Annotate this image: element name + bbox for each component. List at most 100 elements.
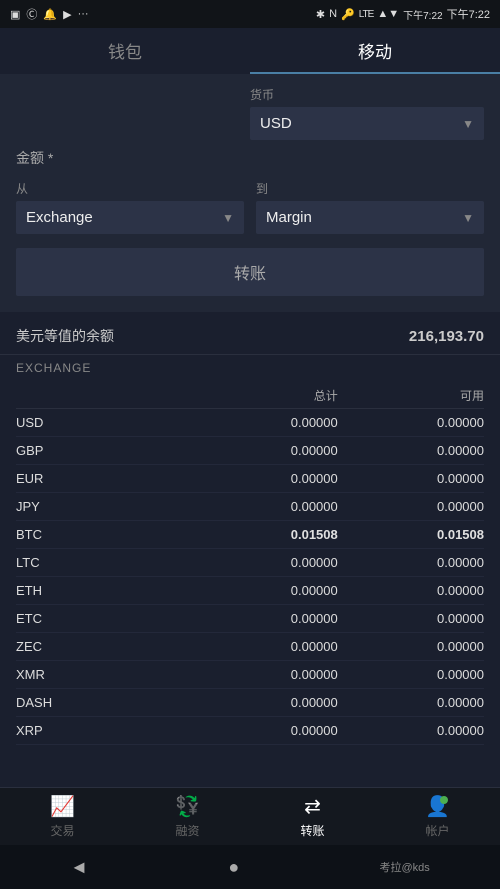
table-row: ZEC 0.00000 0.00000 <box>16 633 484 661</box>
nav-funding-label: 融资 <box>175 822 199 839</box>
table-row: LTC 0.00000 0.00000 <box>16 549 484 577</box>
row-avail-btc: 0.01508 <box>338 527 484 542</box>
icon-nfc: N <box>329 8 337 20</box>
icon-play: ▶ <box>63 8 71 21</box>
funding-icon: 💱 <box>175 794 200 819</box>
row-avail-gbp: 0.00000 <box>338 443 484 458</box>
home-button[interactable]: ● <box>228 857 239 878</box>
table-header: 总计 可用 <box>16 379 484 409</box>
top-tab-bar: 钱包 移动 <box>0 28 500 74</box>
icon-bt: ✱ <box>316 8 325 21</box>
icon-dots: ··· <box>78 8 89 20</box>
balance-value: 216,193.70 <box>409 328 484 345</box>
nav-trade[interactable]: 📈 交易 <box>0 788 125 845</box>
currency-dropdown[interactable]: USD ▼ <box>250 107 484 140</box>
row-avail-eur: 0.00000 <box>338 471 484 486</box>
icon-square: ▣ <box>10 8 20 21</box>
row-avail-etc: 0.00000 <box>338 611 484 626</box>
row-currency-etc: ETC <box>16 611 192 626</box>
table-row: ETH 0.00000 0.00000 <box>16 577 484 605</box>
row-currency-ltc: LTC <box>16 555 192 570</box>
row-avail-zec: 0.00000 <box>338 639 484 654</box>
row-total-btc: 0.01508 <box>192 527 338 542</box>
from-chevron-icon: ▼ <box>222 211 234 225</box>
row-avail-xmr: 0.00000 <box>338 667 484 682</box>
status-bar: ▣ Ⓒ 🔔 ▶ ··· ✱ N 🔑 LTE ▲▼ 下午7:22 下午7:22 <box>0 0 500 28</box>
status-left-icons: ▣ Ⓒ 🔔 ▶ ··· <box>10 6 89 22</box>
table-row: USD 0.00000 0.00000 <box>16 409 484 437</box>
table-row: EUR 0.00000 0.00000 <box>16 465 484 493</box>
tab-wallet[interactable]: 钱包 <box>0 28 250 74</box>
transfer-button[interactable]: 转账 <box>16 248 484 296</box>
from-col: 从 Exchange ▼ <box>16 180 244 234</box>
row-currency-usd: USD <box>16 415 192 430</box>
status-time: 下午7:22 <box>447 6 490 22</box>
nav-funding[interactable]: 💱 融资 <box>125 788 250 845</box>
row-total-eur: 0.00000 <box>192 471 338 486</box>
app-label: 考拉@kds <box>380 859 430 875</box>
table-body: USD 0.00000 0.00000 GBP 0.00000 0.00000 … <box>16 409 484 745</box>
currency-row: 货币 USD ▼ <box>16 86 484 140</box>
table-row: XRP 0.00000 0.00000 <box>16 717 484 745</box>
col-name-header <box>16 387 192 404</box>
row-currency-eth: ETH <box>16 583 192 598</box>
currency-label: 货币 <box>250 86 484 103</box>
row-currency-xrp: XRP <box>16 723 192 738</box>
row-total-xmr: 0.00000 <box>192 667 338 682</box>
table-row: DASH 0.00000 0.00000 <box>16 689 484 717</box>
row-total-etc: 0.00000 <box>192 611 338 626</box>
nav-trade-label: 交易 <box>50 822 74 839</box>
from-dropdown[interactable]: Exchange ▼ <box>16 201 244 234</box>
amount-label: 金额 * <box>16 148 250 168</box>
row-currency-dash: DASH <box>16 695 192 710</box>
icon-signal: ▲▼ <box>377 8 399 20</box>
nav-transfer-label: 转账 <box>300 822 324 839</box>
icon-lte: LTE <box>359 9 374 20</box>
table-row: ETC 0.00000 0.00000 <box>16 605 484 633</box>
bottom-nav: 📈 交易 💱 融资 ⇄ 转账 👤 帐户 <box>0 787 500 845</box>
row-total-xrp: 0.00000 <box>192 723 338 738</box>
row-currency-eur: EUR <box>16 471 192 486</box>
row-currency-xmr: XMR <box>16 667 192 682</box>
online-dot <box>440 796 448 804</box>
col-avail-header: 可用 <box>338 387 484 404</box>
table-row: GBP 0.00000 0.00000 <box>16 437 484 465</box>
avatar-wrap: 👤 <box>425 794 450 819</box>
row-avail-eth: 0.00000 <box>338 583 484 598</box>
nav-account[interactable]: 👤 帐户 <box>375 788 500 845</box>
balance-section: 美元等值的余额 216,193.70 <box>0 312 500 355</box>
status-right-icons: ✱ N 🔑 LTE ▲▼ 下午7:22 下午7:22 <box>316 6 490 22</box>
to-col: 到 Margin ▼ <box>256 180 484 234</box>
row-avail-jpy: 0.00000 <box>338 499 484 514</box>
table-row: BTC 0.01508 0.01508 <box>16 521 484 549</box>
from-to-row: 从 Exchange ▼ 到 Margin ▼ <box>16 180 484 234</box>
form-section: 货币 USD ▼ 金额 * 从 Exchange ▼ 到 Margin ▼ 转账 <box>0 74 500 312</box>
row-total-usd: 0.00000 <box>192 415 338 430</box>
col-total-header: 总计 <box>192 387 338 404</box>
row-avail-usd: 0.00000 <box>338 415 484 430</box>
to-dropdown[interactable]: Margin ▼ <box>256 201 484 234</box>
trade-icon: 📈 <box>50 794 75 819</box>
row-total-gbp: 0.00000 <box>192 443 338 458</box>
icon-bell: 🔔 <box>43 8 57 21</box>
row-currency-zec: ZEC <box>16 639 192 654</box>
row-avail-dash: 0.00000 <box>338 695 484 710</box>
row-total-ltc: 0.00000 <box>192 555 338 570</box>
row-avail-xrp: 0.00000 <box>338 723 484 738</box>
back-button[interactable]: ◄ <box>70 857 88 878</box>
table-row: XMR 0.00000 0.00000 <box>16 661 484 689</box>
row-currency-gbp: GBP <box>16 443 192 458</box>
row-total-zec: 0.00000 <box>192 639 338 654</box>
from-label: 从 <box>16 180 244 197</box>
chevron-down-icon: ▼ <box>462 117 474 131</box>
row-total-dash: 0.00000 <box>192 695 338 710</box>
row-currency-btc: BTC <box>16 527 192 542</box>
to-chevron-icon: ▼ <box>462 211 474 225</box>
row-currency-jpy: JPY <box>16 499 192 514</box>
system-label: 考拉@kds <box>380 859 430 875</box>
tab-move[interactable]: 移动 <box>250 28 500 74</box>
balance-label: 美元等值的余额 <box>16 326 114 346</box>
nav-transfer[interactable]: ⇄ 转账 <box>250 788 375 845</box>
nav-account-label: 帐户 <box>425 822 449 839</box>
table-row: JPY 0.00000 0.00000 <box>16 493 484 521</box>
